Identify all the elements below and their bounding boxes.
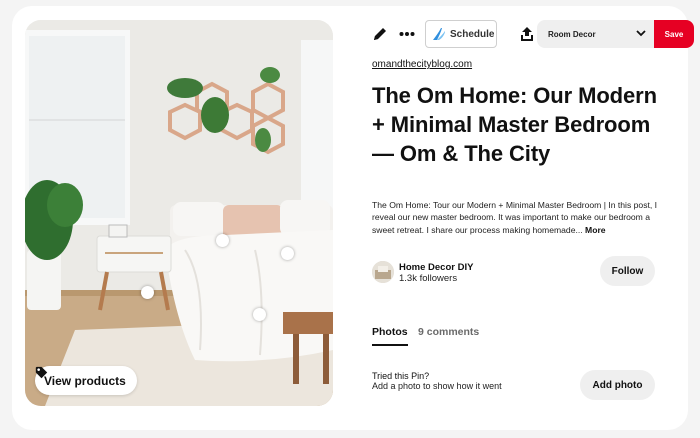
creator-avatar[interactable] [372,261,394,283]
save-label: Save [664,29,684,39]
follow-label: Follow [611,265,644,277]
schedule-label: Schedule [450,28,495,40]
source-link[interactable]: omandthecityblog.com [372,59,472,70]
product-hotspot[interactable] [141,286,154,299]
chevron-down-icon [636,30,646,37]
tried-title: Tried this Pin? [372,371,430,381]
pencil-icon[interactable] [370,24,390,44]
board-select-value: Room Decor [548,29,596,39]
pin-title: The Om Home: Our Modern + Minimal Master… [372,83,657,166]
product-hotspot[interactable] [281,247,294,260]
ellipsis-icon[interactable] [397,24,417,44]
pin-card: View products Schedule Room Decor Save o… [12,6,694,430]
save-button[interactable]: Save [654,20,694,48]
pin-toolbar: Schedule Room Decor Save [370,20,694,48]
pin-description: The Om Home: Tour our Modern + Minimal M… [372,199,667,236]
add-photo-button[interactable]: Add photo [580,370,655,400]
description-text: The Om Home: Tour our Modern + Minimal M… [372,200,658,235]
upload-icon[interactable] [517,24,537,44]
schedule-button[interactable]: Schedule [425,20,497,48]
tag-icon [35,366,48,379]
view-products-label: View products [44,373,126,388]
tab-photos[interactable]: Photos [372,326,408,346]
more-link[interactable]: More [585,225,606,235]
product-hotspot[interactable] [216,234,229,247]
creator-followers: 1.3k followers [399,273,458,284]
add-photo-label: Add photo [592,379,643,391]
creator-name[interactable]: Home Decor DIY [399,262,473,273]
product-hotspot[interactable] [253,308,266,321]
tried-subtitle: Add a photo to show how it went [372,381,502,391]
follow-button[interactable]: Follow [600,256,655,286]
schedule-logo-icon [433,28,445,40]
tab-comments[interactable]: 9 comments [418,326,479,338]
bedroom-photo [25,20,333,406]
view-products-button[interactable]: View products [35,366,137,395]
pin-image[interactable]: View products [25,20,333,406]
board-select[interactable]: Room Decor [537,20,654,48]
